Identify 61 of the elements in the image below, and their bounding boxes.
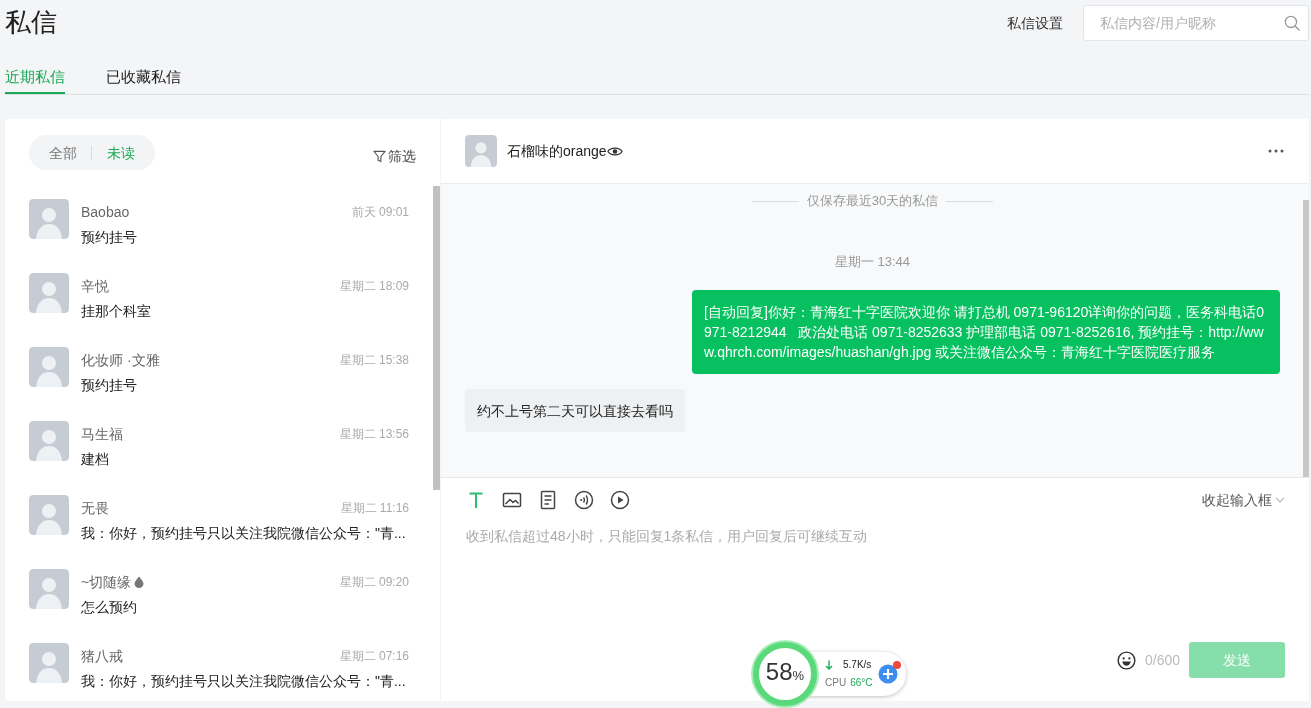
avatar-icon (29, 273, 69, 313)
contact-name: 石榴味的orange (507, 142, 607, 161)
cpu-label: CPU (825, 676, 847, 690)
search-field[interactable]: 私信内容/用户昵称 (1083, 5, 1309, 41)
page-title: 私信 (5, 6, 57, 39)
percent-sign: % (792, 668, 805, 685)
avatar-icon (29, 347, 69, 387)
collapse-input-button[interactable]: 收起输入框 (1202, 490, 1285, 510)
plus-icon[interactable] (878, 664, 899, 684)
filter-button[interactable]: 筛选 (373, 146, 416, 166)
avatar-icon (465, 135, 497, 167)
message-time: 星期二 11:16 (340, 500, 409, 517)
received-message-bubble: 约不上号第二天可以直接去看吗 (465, 389, 685, 432)
play-icon[interactable] (610, 490, 630, 510)
avatar-icon (29, 199, 69, 239)
image-icon[interactable] (502, 490, 522, 510)
contact-name: 猪八戒 (81, 647, 123, 666)
message-preview: 建档 (81, 450, 110, 469)
message-time: 星期二 15:38 (339, 352, 409, 369)
contact-name: Baobao (81, 203, 130, 222)
segment-option[interactable]: 全部 (49, 142, 77, 163)
cpu-temperature: 66°C (850, 676, 873, 690)
message-preview: 怎么预约 (81, 598, 138, 617)
message-preview: 我：你好，预约挂号只以关注我院微信公众号："青... (81, 672, 407, 691)
document-icon[interactable] (538, 490, 558, 510)
message-preview: 我：你好，预约挂号只以关注我院微信公众号："青... (81, 524, 407, 543)
message-time: 星期二 07:16 (339, 648, 409, 665)
message-preview: 预约挂号 (81, 228, 138, 247)
sent-message-bubble: [自动回复]你好：青海红十字医院欢迎你 请打总机 0971-96120详询你的问题，医务科电话0971-8212944 政治处电话 0971-8252633 护理部电话 0971-8252616, 预约挂号：http://www.qhrch.com/images/huashan/gh.jpg 或关注微信公众号：青海红十字医院医疗服务 (692, 290, 1280, 374)
message-time: 星期二 18:09 (339, 278, 409, 295)
audio-icon[interactable] (574, 490, 594, 510)
download-speed: 5.7K/s (843, 658, 872, 672)
scrollbar-thumb[interactable] (1303, 200, 1309, 477)
smiley-icon[interactable] (1116, 650, 1136, 670)
history-notice: 仅保存最近30天的私信 (806, 192, 939, 210)
avatar-icon (29, 495, 69, 535)
usage-percent: 58 (765, 658, 793, 686)
contact-name: 无畏 (81, 499, 109, 518)
message-time: 星期二 13:56 (339, 426, 409, 443)
contact-name: 马生福 (81, 425, 123, 444)
alert-dot-icon (893, 661, 902, 669)
avatar-icon (29, 643, 69, 683)
scrollbar-thumb[interactable] (433, 186, 440, 490)
tab[interactable]: 已收藏私信 (106, 67, 181, 94)
caret-icon (1275, 497, 1285, 503)
down-arrow-icon (825, 660, 833, 670)
usage-ball[interactable]: 58% (753, 642, 817, 706)
settings-link[interactable]: 私信设置 (1007, 5, 1063, 41)
message-preview: 预约挂号 (81, 376, 138, 395)
message-preview: 挂那个科室 (81, 302, 152, 321)
funnel-icon (373, 149, 386, 163)
more-icon[interactable] (1268, 149, 1284, 153)
avatar-icon (29, 421, 69, 461)
contact-name: 辛悦 (81, 277, 109, 296)
contact-name: ~切随缘 (81, 573, 132, 592)
message-time: 星期二 09:20 (339, 574, 409, 591)
avatar-icon (29, 569, 69, 609)
contact-name: 化妆师 ·文雅 (81, 351, 160, 370)
message-time: 前天 09:01 (351, 204, 409, 221)
search-icon[interactable] (1284, 15, 1300, 31)
character-counter: 0/600 (1144, 651, 1180, 670)
